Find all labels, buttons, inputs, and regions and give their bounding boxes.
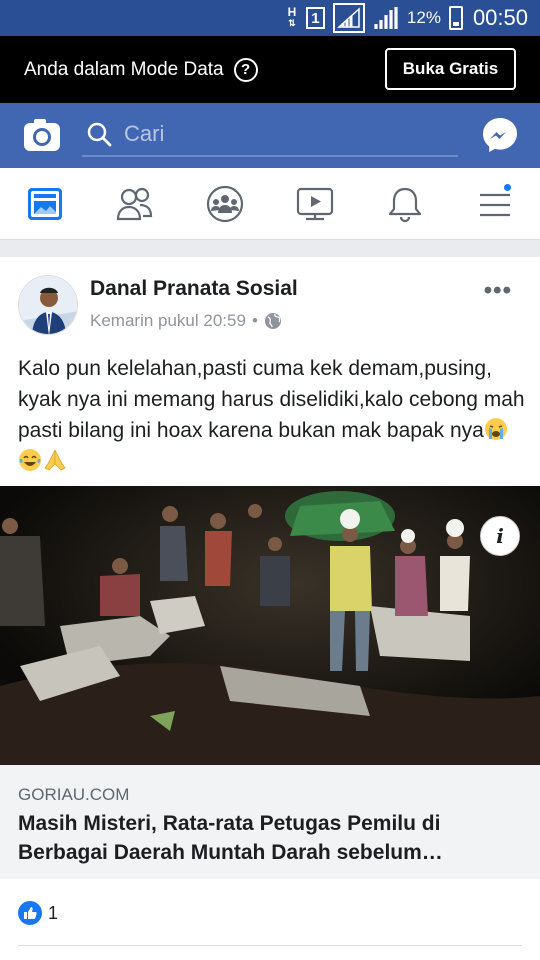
post-timestamp[interactable]: Kemarin pukul 20:59: [90, 311, 246, 331]
data-mode-text-wrap: Anda dalam Mode Data ?: [24, 36, 258, 103]
status-bar: H ⇅ 1 12% 00:50: [0, 0, 540, 36]
post-image[interactable]: [0, 486, 540, 765]
reactions-divider: [18, 945, 522, 946]
help-icon[interactable]: ?: [233, 57, 258, 82]
main-nav: [0, 168, 540, 240]
data-mode-text: Anda dalam Mode Data: [24, 58, 224, 80]
news-feed-icon: [28, 188, 62, 220]
post-author[interactable]: Danal Pranata Sosial: [90, 277, 298, 301]
watch-icon: [296, 187, 334, 221]
sim-indicator: 1: [305, 7, 325, 29]
menu-notification-dot: [502, 182, 513, 193]
post-body: Kalo pun kelelahan,pasti cuma kek demam,…: [18, 357, 525, 442]
friends-icon: [116, 187, 153, 221]
info-button[interactable]: i: [480, 516, 520, 556]
signal-icon: [332, 3, 365, 33]
post-options-icon[interactable]: •••: [484, 277, 512, 305]
tears-of-joy-emoji: [19, 449, 41, 471]
battery-percent: 12%: [406, 8, 441, 27]
like-icon: [18, 901, 42, 925]
tab-news-feed[interactable]: [25, 184, 65, 224]
reactions-summary[interactable]: 1: [18, 901, 58, 925]
reaction-count: 1: [48, 902, 59, 923]
search-input[interactable]: Cari: [82, 115, 458, 157]
tab-notifications[interactable]: [385, 184, 425, 224]
feed-post: Danal Pranata Sosial Kemarin pukul 20:59…: [0, 257, 540, 960]
signal-icon-2: [374, 7, 398, 29]
camera-icon[interactable]: [22, 115, 62, 155]
post-text: Kalo pun kelelahan,pasti cuma kek demam,…: [18, 353, 528, 477]
folded-hands-emoji: [44, 449, 66, 471]
groups-icon: [206, 185, 244, 223]
network-type-indicator: H ⇅: [287, 5, 297, 28]
post-meta: Kemarin pukul 20:59 •: [90, 311, 282, 331]
battery-icon: [448, 6, 463, 30]
link-preview[interactable]: GORIAU.COM Masih Misteri, Rata-rata Petu…: [0, 765, 540, 879]
link-title: Masih Misteri, Rata-rata Petugas Pemilu …: [18, 812, 443, 864]
tab-watch[interactable]: [295, 184, 335, 224]
link-domain: GORIAU.COM: [18, 785, 130, 804]
avatar[interactable]: [18, 275, 78, 335]
tab-groups[interactable]: [205, 184, 245, 224]
globe-icon: [264, 313, 281, 329]
notifications-icon: [388, 187, 422, 223]
tab-friends[interactable]: [115, 184, 155, 224]
meta-separator: •: [251, 311, 258, 330]
messenger-icon[interactable]: [481, 116, 519, 154]
tab-menu[interactable]: [475, 182, 515, 224]
crying-face-emoji: [484, 418, 507, 440]
search-icon: [86, 121, 112, 147]
clock: 00:50: [472, 5, 528, 30]
data-mode-banner: Anda dalam Mode Data ? Buka Gratis: [0, 36, 540, 103]
top-bar: Cari: [0, 103, 540, 168]
search-placeholder: Cari: [124, 121, 165, 146]
feed-separator: [0, 240, 540, 257]
free-mode-button[interactable]: Buka Gratis: [385, 48, 516, 90]
